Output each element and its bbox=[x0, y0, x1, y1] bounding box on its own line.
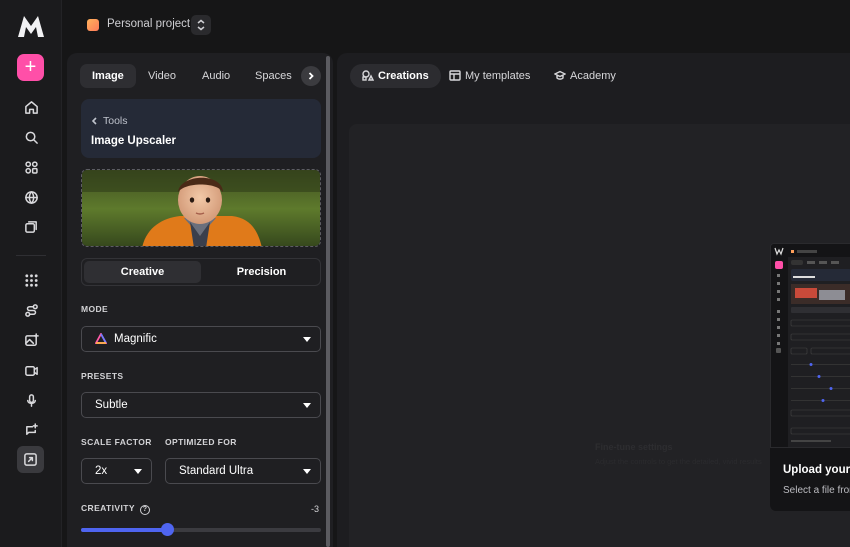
search-icon[interactable] bbox=[19, 125, 43, 149]
panel-scrollbar[interactable] bbox=[326, 56, 330, 547]
slider-thumb[interactable] bbox=[161, 523, 175, 536]
shapes-icon bbox=[362, 70, 375, 81]
tab-audio[interactable]: Audio bbox=[190, 64, 242, 88]
segment-creative[interactable]: Creative bbox=[84, 261, 201, 283]
tab-video[interactable]: Video bbox=[136, 64, 188, 88]
microphone-icon[interactable] bbox=[19, 388, 43, 412]
brand-logo-icon[interactable] bbox=[17, 14, 45, 38]
caret-down-icon bbox=[303, 403, 311, 408]
child-photo-thumbnail bbox=[82, 170, 320, 246]
home-icon[interactable] bbox=[19, 95, 43, 119]
main-area: Creations My templates Academy Fine-tune… bbox=[337, 53, 850, 547]
mode-select[interactable]: Magnific bbox=[81, 326, 321, 352]
tab-academy[interactable]: Academy bbox=[542, 64, 628, 88]
chevron-left-icon bbox=[91, 117, 97, 125]
mode-label: MODE bbox=[81, 304, 109, 314]
placeholder-title: Fine-tune settings bbox=[595, 442, 673, 452]
optimized-for-value: Standard Ultra bbox=[179, 465, 254, 477]
tool-card: Tools Image Upscaler bbox=[81, 99, 321, 158]
slider-fill bbox=[81, 528, 168, 532]
scale-factor-select[interactable]: 2x bbox=[81, 458, 152, 484]
creativity-label-text: CREATIVITY bbox=[81, 503, 135, 513]
app-window: + Personal project Image Video Audio Spa… bbox=[0, 0, 850, 547]
image-preview[interactable] bbox=[81, 169, 321, 247]
globe-icon[interactable] bbox=[19, 185, 43, 209]
upload-title: Upload your image bbox=[783, 464, 850, 476]
presets-label: PRESETS bbox=[81, 371, 124, 381]
presets-value: Subtle bbox=[95, 399, 128, 411]
library-icon[interactable] bbox=[19, 214, 43, 238]
upload-subtitle: Select a file from your device bbox=[783, 485, 850, 496]
tab-creations[interactable]: Creations bbox=[350, 64, 441, 88]
ai-assistant-icon[interactable] bbox=[19, 418, 43, 442]
rail-divider bbox=[16, 255, 46, 256]
tab-my-templates-label: My templates bbox=[465, 70, 531, 82]
mini-ui-preview-image bbox=[771, 244, 850, 447]
mode-segmented-control: Creative Precision bbox=[81, 258, 321, 286]
tool-panel: Image Video Audio Spaces Tools Image Ups… bbox=[67, 53, 333, 547]
segment-precision[interactable]: Precision bbox=[203, 261, 320, 283]
upload-card[interactable]: Upload your image Select a file from you… bbox=[770, 448, 850, 511]
tab-my-templates[interactable]: My templates bbox=[437, 64, 542, 88]
project-color-dot bbox=[87, 19, 99, 31]
grid-tools-icon[interactable] bbox=[19, 268, 43, 292]
tab-academy-label: Academy bbox=[570, 70, 616, 82]
tab-spaces[interactable]: Spaces bbox=[243, 64, 304, 88]
project-switcher-chevron-icon[interactable] bbox=[191, 15, 211, 35]
creativity-value: -3 bbox=[311, 504, 320, 514]
tabs-next-chevron-icon[interactable] bbox=[301, 66, 321, 86]
template-icon bbox=[449, 70, 461, 81]
scale-factor-value: 2x bbox=[95, 465, 108, 477]
new-button[interactable]: + bbox=[17, 54, 44, 81]
creativity-slider[interactable] bbox=[81, 523, 321, 536]
tab-creations-label: Creations bbox=[378, 70, 429, 82]
tool-title: Image Upscaler bbox=[91, 135, 177, 147]
top-bar: Personal project bbox=[62, 0, 850, 50]
optimized-for-select[interactable]: Standard Ultra bbox=[165, 458, 321, 484]
optimized-for-label: OPTIMIZED FOR bbox=[165, 437, 237, 447]
video-generator-icon[interactable] bbox=[19, 358, 43, 382]
placeholder-subtitle: Adjust the controls to get the detailed,… bbox=[595, 457, 762, 466]
caret-down-icon bbox=[303, 337, 311, 342]
project-name[interactable]: Personal project bbox=[107, 18, 190, 30]
help-icon[interactable]: ? bbox=[139, 505, 150, 515]
workflow-icon[interactable] bbox=[19, 298, 43, 322]
upscaler-icon[interactable] bbox=[17, 446, 44, 473]
tutorial-preview-screenshot bbox=[770, 243, 850, 448]
back-label: Tools bbox=[103, 115, 128, 127]
back-to-tools[interactable]: Tools bbox=[91, 115, 128, 127]
caret-down-icon bbox=[134, 469, 142, 474]
caret-down-icon bbox=[303, 469, 311, 474]
presets-select[interactable]: Subtle bbox=[81, 392, 321, 418]
magnific-triangle-icon bbox=[95, 333, 107, 344]
graduation-cap-icon bbox=[553, 70, 567, 80]
apps-icon[interactable] bbox=[19, 155, 43, 179]
image-generator-icon[interactable] bbox=[19, 328, 43, 352]
tab-image[interactable]: Image bbox=[80, 64, 136, 88]
left-rail: + bbox=[0, 0, 62, 547]
creativity-label: CREATIVITY? bbox=[81, 503, 150, 515]
scale-factor-label: SCALE FACTOR bbox=[81, 437, 152, 447]
mode-value: Magnific bbox=[114, 333, 157, 345]
